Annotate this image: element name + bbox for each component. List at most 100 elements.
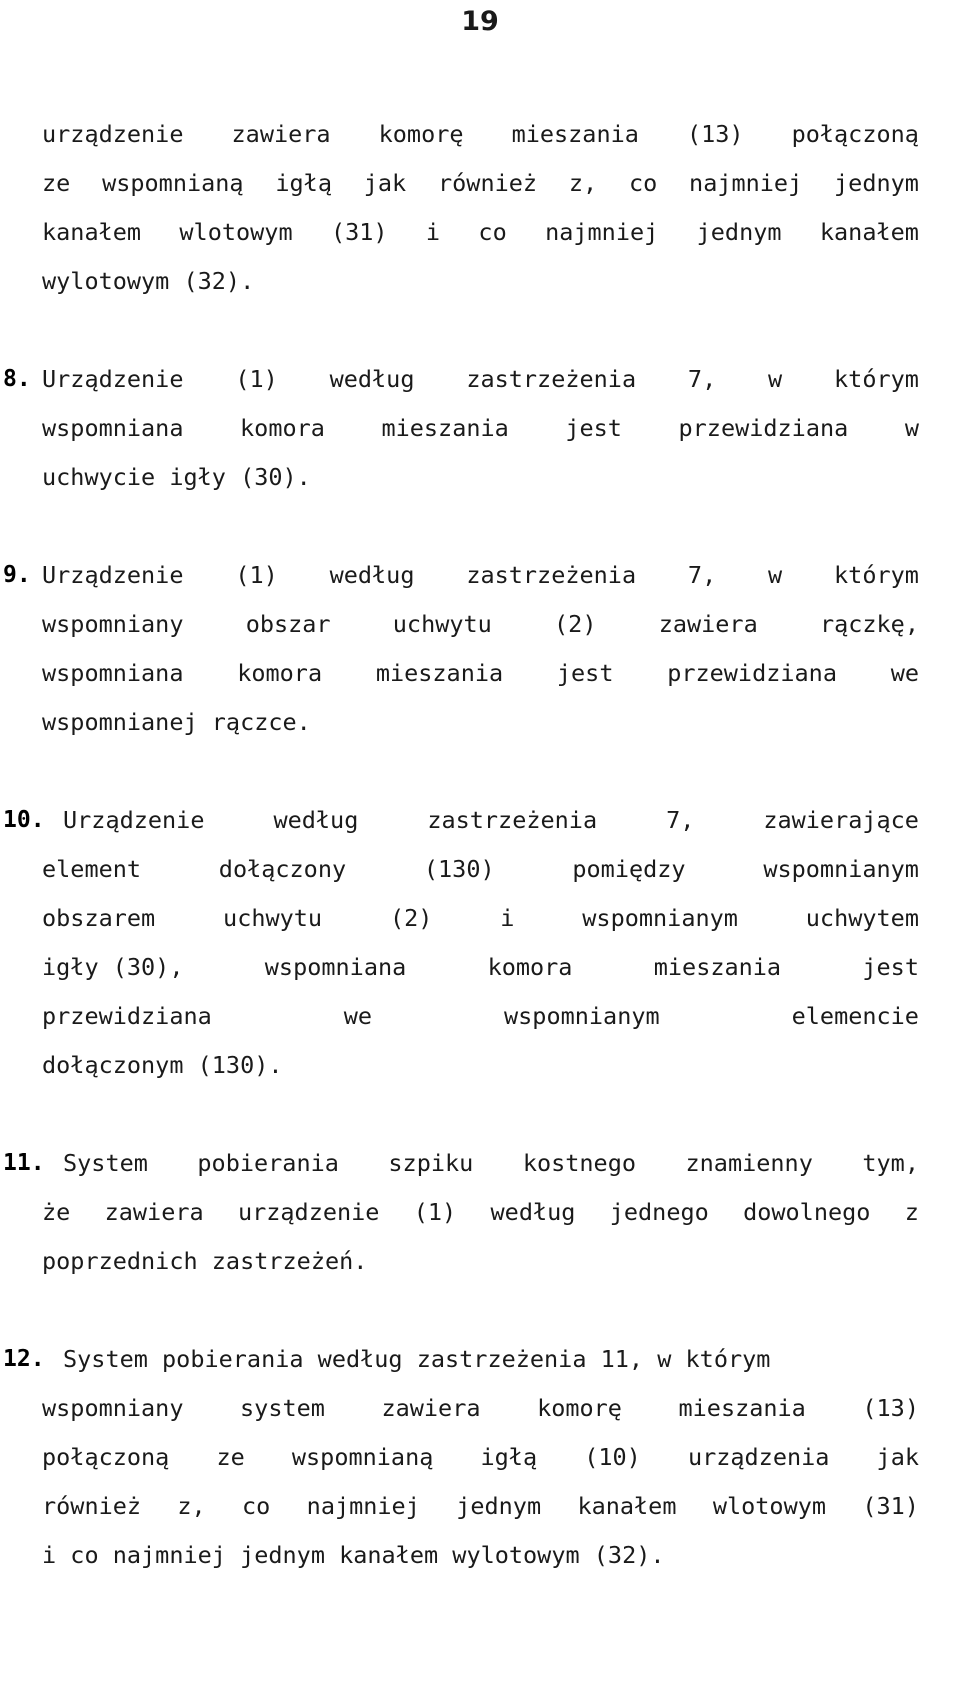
word: komora: [237, 659, 323, 687]
text-line: przewidziana we wspomnianym elemencie: [42, 992, 919, 1041]
claim-text: Urządzenie (1) według zastrzeżenia 7, w którym…: [42, 355, 919, 502]
claim-number: 8.: [3, 366, 31, 392]
word: (31): [862, 1492, 919, 1520]
word: wlotowym: [179, 218, 293, 246]
word: wspomniana: [264, 953, 407, 981]
word: według: [273, 806, 359, 834]
word: (13): [686, 120, 744, 148]
word: najmniej: [306, 1492, 420, 1520]
word: mieszania: [375, 659, 504, 687]
text-line: wspomniany system zawiera komorę mieszania (1…: [42, 1384, 919, 1433]
word: igłą: [480, 1443, 538, 1471]
claim-number: 10.: [3, 807, 45, 833]
word: wspomnianą: [102, 169, 244, 197]
word: wspomniana: [42, 659, 184, 687]
word: pobierania: [197, 1149, 339, 1177]
word: znamienny: [685, 1149, 813, 1177]
word: Urządzenie: [63, 806, 205, 834]
word: uchwytu: [223, 904, 323, 932]
word: pomiędzy: [572, 855, 686, 883]
word: wspomnianym: [582, 904, 738, 932]
word: co: [242, 1492, 271, 1520]
word: (10): [584, 1443, 641, 1471]
word: Urządzenie: [42, 365, 184, 393]
word: ze: [216, 1443, 245, 1471]
word: rączkę,: [819, 610, 919, 638]
word: również: [438, 169, 538, 197]
claim-item-12: 12. System pobierania według zastrzeżenia…: [3, 1335, 919, 1580]
text-line: ze wspomnianą igłą jak również z, co najmniej je…: [42, 159, 919, 208]
word: urządzenie: [237, 1198, 380, 1226]
word: Urządzenie: [42, 561, 184, 589]
word: (1): [235, 561, 278, 589]
word: element: [42, 855, 142, 883]
word: połączoną: [791, 120, 919, 148]
claim-text: urządzenie zawiera komorę mieszania (13) połą…: [42, 110, 919, 306]
word: jest: [556, 659, 614, 687]
word: mieszania: [511, 120, 639, 148]
text-line: wspomniana komora mieszania jest przewidzian…: [42, 649, 919, 698]
word: jednym: [696, 218, 782, 246]
word: elemencie: [791, 1002, 919, 1030]
word: wlotowym: [712, 1492, 827, 1520]
claim-item-9: 9. Urządzenie (1) według zastrzeżenia 7, w któr…: [3, 551, 919, 747]
word: zawiera: [381, 1394, 481, 1422]
word: jak: [363, 169, 407, 197]
claim-number: 11.: [3, 1150, 45, 1176]
word: z: [904, 1198, 919, 1226]
word: we: [890, 659, 919, 687]
claim-text: System pobierania szpiku kostnego znamienny t…: [42, 1139, 919, 1286]
word: komorę: [378, 120, 464, 148]
word: przewidziana: [42, 1002, 212, 1030]
word: (31): [330, 218, 388, 246]
text-line: i co najmniej jednym kanałem wylotowym (…: [42, 1531, 919, 1580]
word: co: [628, 169, 658, 197]
word: mieszania: [678, 1394, 806, 1422]
word: 7,: [687, 561, 717, 589]
word: System: [63, 1149, 148, 1177]
word: (1): [413, 1198, 457, 1226]
text-line: System pobierania szpiku kostnego znamienny t…: [42, 1139, 919, 1188]
text-line: dołączonym (130).: [42, 1041, 919, 1090]
word: mieszania: [653, 953, 782, 981]
text-line: urządzenie zawiera komorę mieszania (13) połą…: [42, 110, 919, 159]
word: najmniej: [545, 218, 659, 246]
word: ze: [42, 169, 71, 197]
word: w: [904, 414, 919, 442]
word: igły (30),: [42, 953, 184, 981]
word: i: [500, 904, 515, 932]
text-line: igły (30), wspomniana komora mieszania jest: [42, 943, 919, 992]
word: co: [478, 218, 507, 246]
text-line: wylotowym (32).: [42, 257, 919, 306]
text-line: wspomniany obszar uchwytu (2) zawiera rączkę,: [42, 600, 919, 649]
word: jednego: [609, 1198, 709, 1226]
text-line: Urządzenie według zastrzeżenia 7, zawierając…: [42, 796, 919, 845]
word: poprzednich zastrzeżeń.: [42, 1247, 368, 1275]
word: wspomniany: [42, 610, 184, 638]
word: obszarem: [42, 904, 156, 932]
word: zawiera: [104, 1198, 204, 1226]
word: kanałem: [577, 1492, 677, 1520]
word: (1): [235, 365, 278, 393]
word: również: [42, 1492, 142, 1520]
word: System pobierania według zastrzeżenia 11…: [63, 1345, 771, 1373]
word: uchwycie igły (30).: [42, 463, 311, 491]
word: igłą: [275, 169, 332, 197]
word: z,: [568, 169, 598, 197]
word: wylotowym (32).: [42, 267, 255, 295]
word: wspomniana: [42, 414, 184, 442]
word: jednym: [834, 169, 919, 197]
word: w: [768, 365, 783, 393]
word: zastrzeżenia: [466, 561, 637, 589]
word: uchwytem: [805, 904, 919, 932]
word: dowolnego: [743, 1198, 871, 1226]
word: zawiera: [231, 120, 331, 148]
word: jak: [876, 1443, 919, 1471]
word: jest: [862, 953, 919, 981]
word: kanałem: [42, 218, 142, 246]
word: jest: [565, 414, 622, 442]
